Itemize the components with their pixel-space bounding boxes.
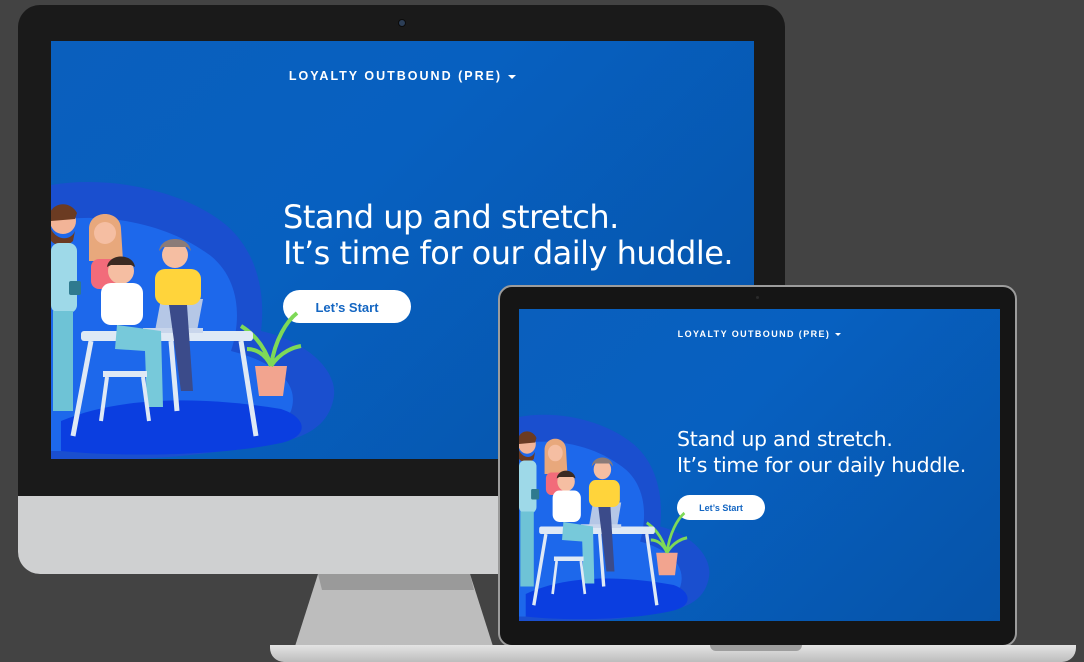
project-menu[interactable]: LOYALTY OUTBOUND (PRE)	[51, 69, 754, 83]
project-menu-label: LOYALTY OUTBOUND (PRE)	[288, 69, 503, 83]
headline-line-2: It’s time for our daily huddle.	[283, 234, 734, 272]
chevron-down-icon[interactable]	[835, 333, 842, 337]
laptop-camera-icon	[756, 296, 759, 299]
team-at-desk-illustration	[519, 414, 710, 621]
project-menu-label: LOYALTY OUTBOUND (PRE)	[677, 329, 831, 339]
headline-line-1: Stand up and stretch.	[283, 198, 619, 236]
laptop-base	[270, 645, 1076, 662]
project-menu[interactable]: LOYALTY OUTBOUND (PRE)	[519, 329, 1000, 339]
imac-camera-icon	[398, 19, 406, 27]
chevron-down-icon[interactable]	[508, 74, 517, 79]
headline: Stand up and stretch. It’s time for our …	[283, 198, 734, 272]
team-at-desk-illustration	[51, 182, 335, 459]
headline: Stand up and stretch. It’s time for our …	[677, 426, 966, 478]
laptop-notch	[710, 645, 802, 651]
headline-line-2: It’s time for our daily huddle.	[677, 453, 966, 477]
headline-line-1: Stand up and stretch.	[677, 427, 893, 451]
laptop-screen: LOYALTY OUTBOUND (PRE) Stand up and stre…	[519, 309, 1000, 621]
